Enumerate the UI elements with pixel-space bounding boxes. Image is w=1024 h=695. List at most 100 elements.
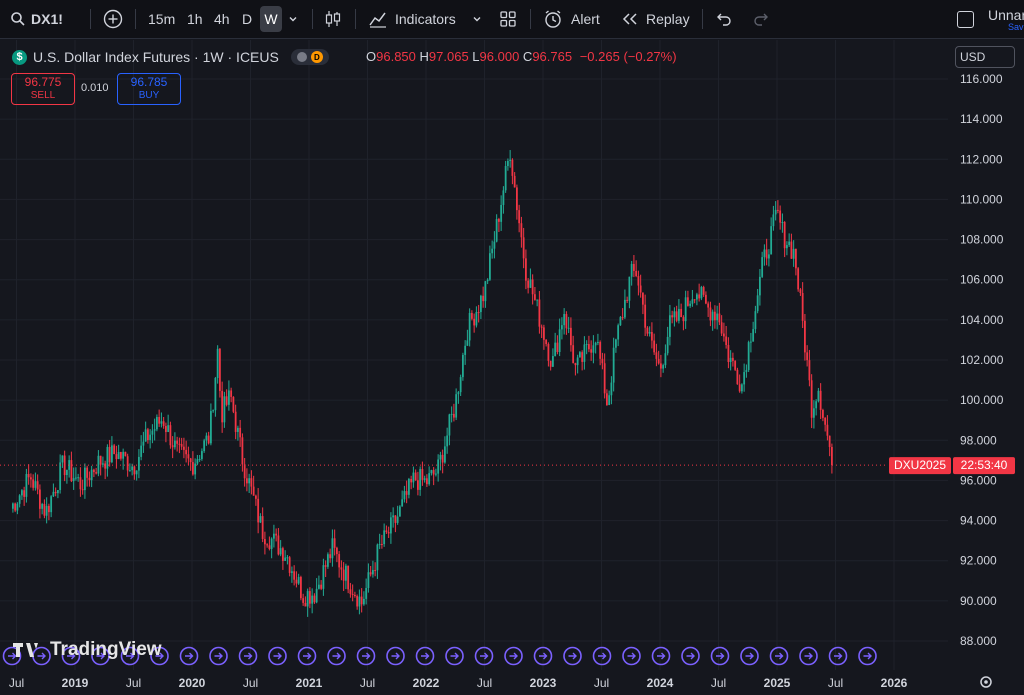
interval-1h[interactable]: 1h <box>187 0 203 38</box>
time-tick-label: Jul <box>711 676 726 690</box>
candle-body <box>718 313 721 323</box>
price-tick-label: 114.000 <box>960 112 1003 126</box>
candle-body <box>169 425 172 446</box>
candle-body <box>318 584 320 589</box>
candle-body <box>518 210 521 224</box>
alert-button[interactable]: Alert <box>543 0 600 38</box>
templates-button[interactable] <box>499 0 517 38</box>
price-tick-label: 102.000 <box>960 353 1004 367</box>
candle-body <box>660 363 662 369</box>
candle-body <box>597 342 599 344</box>
candle-body <box>390 517 392 534</box>
low-value: 96.000 <box>479 49 520 64</box>
candle-body <box>327 554 329 567</box>
rewind-icon <box>622 13 637 25</box>
time-tick-label: 2022 <box>413 676 440 690</box>
candle-body <box>151 430 154 435</box>
candle-body <box>279 548 282 555</box>
candle-body <box>286 557 289 559</box>
candle-body <box>153 429 156 431</box>
sell-button[interactable]: 96.775 SELL <box>11 73 75 105</box>
candle-body <box>768 254 770 259</box>
candle-body <box>806 352 809 361</box>
candle-body <box>509 159 512 161</box>
candle-body <box>16 503 19 511</box>
candle-body <box>734 360 737 370</box>
candle-body <box>617 325 620 340</box>
save-status[interactable]: Sav <box>1008 22 1024 32</box>
candle-body <box>284 557 287 561</box>
currency-select[interactable]: USD <box>955 46 1015 68</box>
candle-body <box>525 258 527 281</box>
candle-body <box>39 489 41 509</box>
candle-body <box>309 591 311 604</box>
candle-body <box>367 572 370 589</box>
candle-body <box>430 470 433 474</box>
candle-body <box>716 313 719 321</box>
candle-body <box>495 219 498 242</box>
candle-body <box>426 478 428 485</box>
candle-body <box>561 325 563 330</box>
replay-button[interactable]: Replay <box>621 0 690 38</box>
redo-button[interactable] <box>753 0 769 38</box>
candle-body <box>441 454 444 463</box>
undo-button[interactable] <box>716 0 732 38</box>
chart-type-button[interactable] <box>325 0 341 38</box>
candle-body <box>275 533 278 536</box>
interval-dropdown[interactable] <box>288 0 298 38</box>
candle-body <box>378 543 381 545</box>
candle-body <box>698 294 701 299</box>
candle-body <box>14 503 17 511</box>
indicators-dropdown[interactable] <box>472 0 482 38</box>
candle-body <box>664 353 667 366</box>
candle-body <box>466 340 469 346</box>
candle-body <box>594 342 597 346</box>
indicators-button[interactable]: Indicators <box>368 0 456 38</box>
candle-body <box>45 505 48 516</box>
candle-body <box>628 276 631 301</box>
search-icon <box>11 12 25 26</box>
candle-body <box>536 299 539 301</box>
candle-body <box>129 470 131 472</box>
candle-body <box>700 287 703 299</box>
candle-body <box>376 544 379 571</box>
candle-body <box>43 504 46 516</box>
candle-body <box>777 209 779 211</box>
candle-body <box>187 454 190 459</box>
candle-body <box>81 489 84 491</box>
candle-body <box>810 380 813 418</box>
candle-body <box>599 342 602 359</box>
candle-body <box>115 454 118 460</box>
candle-body <box>230 390 233 397</box>
candle-body <box>351 593 354 595</box>
candle-body <box>52 491 55 497</box>
candle-body <box>428 473 431 485</box>
compare-button[interactable] <box>103 0 123 38</box>
buy-button[interactable]: 96.785 BUY <box>117 73 181 105</box>
candle-body <box>547 344 550 361</box>
candle-body <box>212 410 215 412</box>
price-tick-label: 116.000 <box>960 72 1003 86</box>
candle-body <box>25 473 28 497</box>
candle-body <box>394 515 397 523</box>
interval-d[interactable]: D <box>242 0 252 38</box>
candle-body <box>498 219 500 222</box>
layout-checkbox-icon[interactable] <box>957 11 974 28</box>
interval-4h[interactable]: 4h <box>214 0 230 38</box>
data-badge[interactable]: D <box>290 49 329 65</box>
candle-body <box>545 339 548 345</box>
candle-body <box>41 504 44 509</box>
symbol-search[interactable]: DX1! <box>10 0 63 38</box>
candle-body <box>304 602 307 607</box>
candle-body <box>340 567 343 570</box>
candle-body <box>743 372 746 385</box>
candle-body <box>210 411 212 444</box>
interval-15m[interactable]: 15m <box>148 0 175 38</box>
price-tick-label: 104.000 <box>960 313 1004 327</box>
candle-body <box>59 462 62 491</box>
interval-w-active[interactable]: W <box>260 6 282 32</box>
candle-body <box>558 329 561 353</box>
layout-name[interactable]: Unnar <box>988 7 1024 23</box>
candle-body <box>171 445 174 448</box>
series-title[interactable]: U.S. Dollar Index Futures · 1W · ICEUS <box>33 49 279 65</box>
